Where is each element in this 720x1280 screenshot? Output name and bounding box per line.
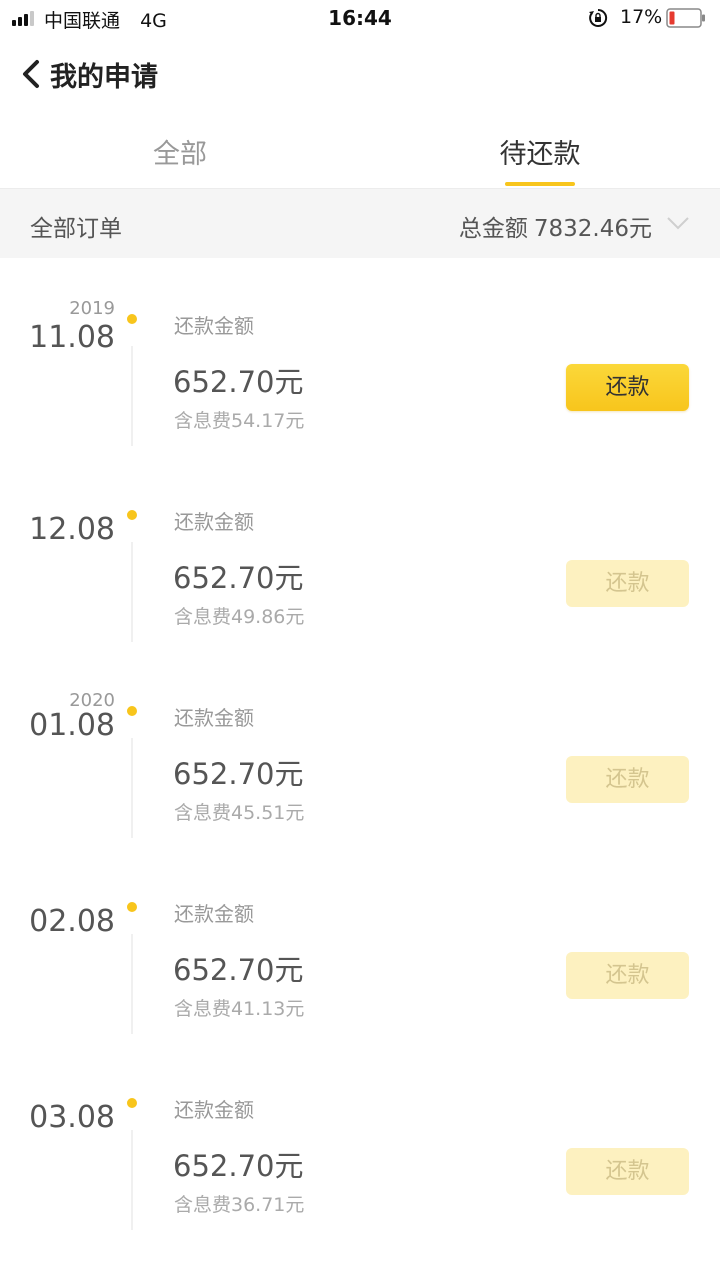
interest-fee: 含息费54.17元: [174, 410, 305, 432]
status-bar: 中国联通 4G 16:44 17%: [0, 0, 720, 36]
tab-pending-label: 待还款: [499, 139, 581, 170]
chevron-down-icon[interactable]: [666, 215, 690, 231]
repay-button[interactable]: 还款: [566, 1148, 689, 1195]
item-date: 12.08: [29, 512, 115, 547]
timeline-line: [131, 542, 133, 642]
list-item: 03.08 还款金额 652.70元 含息费36.71元 还款: [0, 1042, 720, 1238]
list-item: 02.08 还款金额 652.70元 含息费41.13元 还款: [0, 846, 720, 1042]
interest-fee: 含息费45.51元: [174, 802, 305, 824]
interest-fee: 含息费36.71元: [174, 1194, 305, 1216]
repayment-amount-label: 还款金额: [174, 902, 254, 926]
interest-fee: 含息费49.86元: [174, 606, 305, 628]
timeline-line: [131, 346, 133, 446]
repayment-amount-label: 还款金额: [174, 510, 254, 534]
item-date: 01.08: [29, 708, 115, 743]
battery-percent: 17%: [620, 6, 663, 28]
timeline-dot: [127, 314, 137, 324]
active-tab-indicator: [505, 182, 575, 186]
tab-pending-repayment[interactable]: 待还款: [360, 112, 720, 188]
repayment-amount-label: 还款金额: [174, 1098, 254, 1122]
repayment-amount: 652.70元: [173, 561, 304, 595]
page-title: 我的申请: [50, 62, 158, 93]
timeline-line: [131, 1130, 133, 1230]
tab-all[interactable]: 全部: [0, 112, 360, 188]
list-item: 12.08 还款金额 652.70元 含息费49.86元 还款: [0, 454, 720, 650]
tab-bar: 全部 待还款: [0, 112, 720, 188]
repayment-amount-label: 还款金额: [174, 706, 254, 730]
repayment-amount-label: 还款金额: [174, 314, 254, 338]
timeline-line: [131, 738, 133, 838]
total-amount-label: 总金额: [458, 216, 528, 242]
item-year: 2019: [69, 298, 115, 319]
interest-fee: 含息费41.13元: [174, 998, 305, 1020]
repay-button[interactable]: 还款: [566, 364, 689, 411]
repayment-amount: 652.70元: [173, 757, 304, 791]
timeline-dot: [127, 902, 137, 912]
timeline-dot: [127, 706, 137, 716]
tab-all-label: 全部: [153, 139, 207, 170]
repayment-amount: 652.70元: [173, 1149, 304, 1183]
repayment-amount: 652.70元: [173, 365, 304, 399]
rotation-lock-icon: [589, 8, 608, 27]
item-date: 02.08: [29, 904, 115, 939]
battery-icon: [666, 8, 705, 28]
timeline-dot: [127, 1098, 137, 1108]
timeline-dot: [127, 510, 137, 520]
repay-button[interactable]: 还款: [566, 952, 689, 999]
list-item: 2019 11.08 还款金额 652.70元 含息费54.17元 还款: [0, 258, 720, 454]
repay-button[interactable]: 还款: [566, 560, 689, 607]
repayment-amount: 652.70元: [173, 953, 304, 987]
nav-header: 我的申请: [0, 36, 720, 112]
repayment-list: 2019 11.08 还款金额 652.70元 含息费54.17元 还款 12.…: [0, 258, 720, 1238]
back-chevron-icon[interactable]: [18, 56, 44, 92]
all-orders-label: 全部订单: [30, 216, 122, 242]
item-date: 03.08: [29, 1100, 115, 1135]
clock: 16:44: [328, 6, 392, 30]
item-date: 11.08: [29, 320, 115, 355]
timeline-line: [131, 934, 133, 1034]
repay-button[interactable]: 还款: [566, 756, 689, 803]
total-amount-value: 7832.46元: [533, 216, 652, 242]
order-summary-bar[interactable]: 全部订单 总金额 7832.46元: [0, 188, 720, 258]
total-amount: 总金额 7832.46元: [459, 209, 652, 243]
list-item: 2020 01.08 还款金额 652.70元 含息费45.51元 还款: [0, 650, 720, 846]
